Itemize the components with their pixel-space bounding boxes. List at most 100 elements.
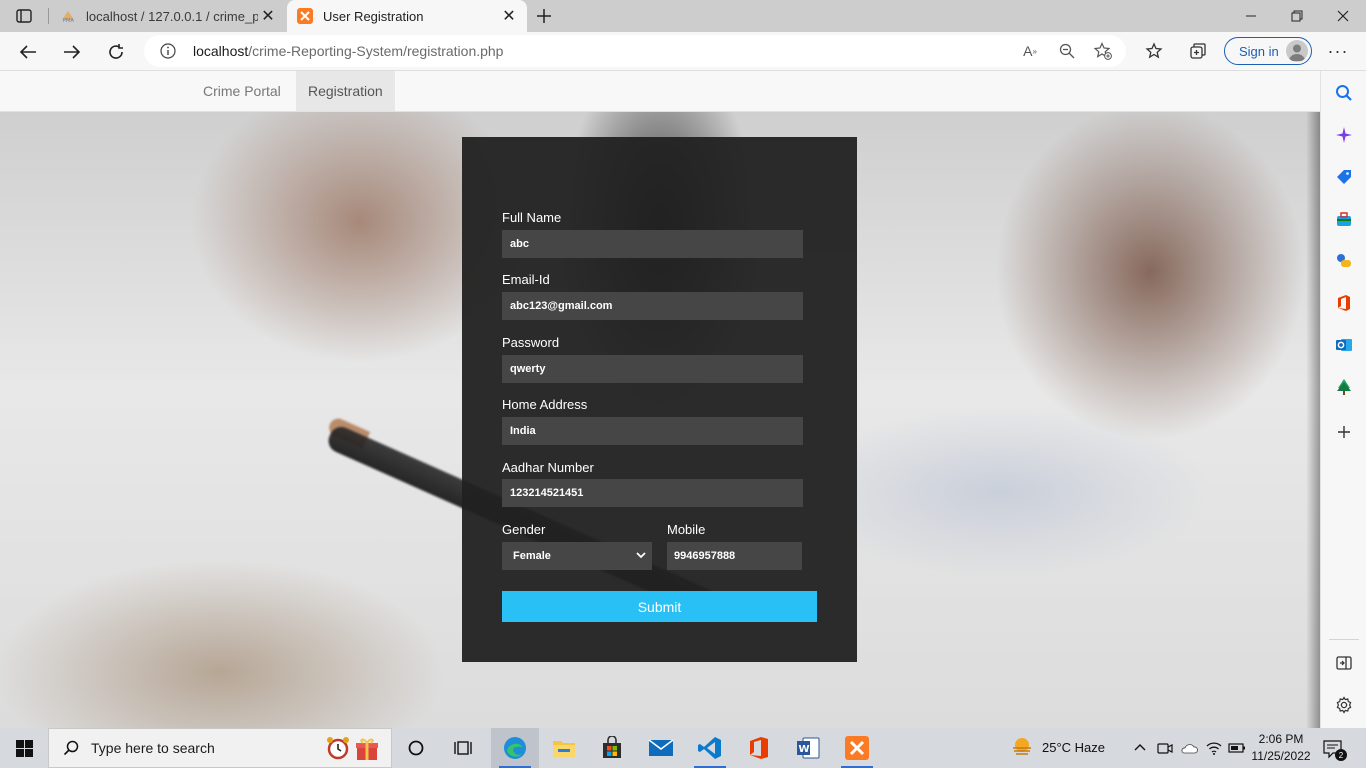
tab-title: User Registration (323, 8, 424, 24)
search-icon (63, 740, 79, 756)
forward-icon[interactable] (57, 37, 87, 67)
home-address-input[interactable]: India (502, 417, 803, 445)
notification-count-badge: 2 (1335, 749, 1347, 761)
minimize-icon[interactable] (1228, 0, 1274, 32)
mobile-label: Mobile (667, 522, 706, 537)
nav-link-registration[interactable]: Registration (296, 71, 395, 111)
meet-now-icon[interactable] (1156, 739, 1174, 757)
collections-icon[interactable] (1187, 40, 1209, 62)
home-address-label: Home Address (502, 397, 588, 412)
settings-more-icon[interactable]: ··· (1326, 40, 1350, 62)
taskbar-search-box[interactable]: Type here to search (48, 728, 392, 768)
viewport-edge-shadow (1306, 112, 1320, 728)
add-favorite-icon[interactable] (1094, 42, 1112, 60)
full-name-input[interactable]: abc (502, 230, 803, 258)
sign-in-button[interactable]: Sign in (1224, 37, 1312, 65)
submit-button[interactable]: Submit (502, 591, 817, 622)
url-host: localhost (193, 43, 249, 59)
cortana-icon[interactable] (392, 728, 440, 768)
tab-user-registration[interactable]: User Registration ✕ (287, 0, 527, 32)
windows-start-icon[interactable] (0, 728, 48, 768)
url-path: /crime-Reporting-System/registration.php (248, 43, 504, 59)
new-tab-icon[interactable] (532, 4, 556, 28)
weather-haze-icon[interactable] (1010, 735, 1034, 759)
sign-in-label: Sign in (1239, 43, 1279, 59)
office-icon[interactable] (1333, 292, 1355, 314)
close-tab-icon[interactable]: ✕ (499, 6, 519, 26)
page-viewport: Crime Portal Registration Full Name abc … (0, 71, 1320, 728)
xampp-icon (297, 8, 313, 24)
close-tab-icon[interactable]: ✕ (258, 6, 278, 26)
windows-taskbar: Type here to search W 25°C Haze 2:06 PM … (0, 728, 1366, 768)
refresh-icon[interactable] (101, 37, 131, 67)
email-label: Email-Id (502, 272, 550, 287)
gender-select[interactable]: Female (502, 542, 652, 570)
full-name-label: Full Name (502, 210, 562, 225)
tab-phpmyadmin[interactable]: PMA localhost / 127.0.0.1 / crime_port ✕ (50, 0, 286, 32)
copilot-sparkle-icon[interactable] (1333, 124, 1355, 146)
xampp-taskbar-icon[interactable] (833, 728, 881, 768)
close-window-icon[interactable] (1320, 0, 1366, 32)
shopping-tag-icon[interactable] (1333, 166, 1355, 188)
mobile-input[interactable]: 9946957888 (667, 542, 802, 570)
browser-tab-strip: PMA localhost / 127.0.0.1 / crime_port ✕… (0, 0, 1366, 32)
sidebar-settings-icon[interactable] (1333, 694, 1355, 716)
edge-sidebar (1320, 71, 1366, 728)
url-text[interactable]: localhost/crime-Reporting-System/registr… (193, 43, 503, 59)
drop-tree-icon[interactable] (1333, 376, 1355, 398)
password-label: Password (502, 335, 560, 350)
tab-separator (48, 8, 49, 24)
search-placeholder: Type here to search (91, 740, 215, 756)
add-sidebar-app-icon[interactable] (1333, 421, 1355, 443)
gender-selected-value: Female (513, 550, 551, 562)
site-navbar: Crime Portal Registration (0, 71, 1320, 112)
clock-time: 2:06 PM (1258, 732, 1304, 746)
microsoft-store-icon[interactable] (588, 728, 636, 768)
restore-icon[interactable] (1274, 0, 1320, 32)
task-view-icon[interactable] (440, 728, 488, 768)
profile-avatar-icon (1286, 40, 1308, 62)
aadhar-number-label: Aadhar Number (502, 460, 594, 475)
battery-icon[interactable] (1228, 739, 1246, 757)
phpmyadmin-icon: PMA (60, 8, 76, 24)
tab-title: localhost / 127.0.0.1 / crime_port (86, 8, 258, 24)
mail-icon[interactable] (637, 728, 685, 768)
outlook-icon[interactable] (1333, 334, 1355, 356)
svg-text:PMA: PMA (63, 18, 74, 24)
read-aloud-icon[interactable]: A» (1021, 42, 1039, 60)
address-bar[interactable]: localhost/crime-Reporting-System/registr… (144, 35, 1126, 67)
search-icon[interactable] (1333, 82, 1355, 104)
games-icon[interactable] (1333, 250, 1355, 272)
zoom-icon[interactable] (1058, 42, 1076, 60)
favorites-icon[interactable] (1143, 40, 1165, 62)
file-explorer-icon[interactable] (540, 728, 588, 768)
chevron-down-icon (634, 548, 648, 562)
office-taskbar-icon[interactable] (735, 728, 783, 768)
vscode-icon[interactable] (686, 728, 734, 768)
hero-background-image: Full Name abc Email-Id abc123@gmail.com … (0, 112, 1320, 728)
wifi-icon[interactable] (1205, 739, 1223, 757)
site-brand-link[interactable]: Crime Portal (203, 83, 281, 99)
word-icon[interactable]: W (784, 728, 832, 768)
site-info-icon[interactable] (160, 43, 176, 59)
svg-text:W: W (799, 744, 810, 755)
onedrive-cloud-icon[interactable] (1180, 739, 1198, 757)
hide-sidebar-icon[interactable] (1333, 652, 1355, 674)
password-input[interactable]: qwerty (502, 355, 803, 383)
email-input[interactable]: abc123@gmail.com (502, 292, 803, 320)
notification-center-icon[interactable]: 2 (1323, 738, 1347, 761)
tab-actions-icon[interactable] (10, 6, 38, 26)
gender-label: Gender (502, 522, 546, 537)
weather-text[interactable]: 25°C Haze (1042, 740, 1105, 755)
aadhar-number-input[interactable]: 123214521451 (502, 479, 803, 507)
sidebar-divider (1329, 639, 1359, 640)
browser-toolbar: localhost/crime-Reporting-System/registr… (0, 32, 1366, 71)
gift-icon (354, 736, 380, 767)
registration-form: Full Name abc Email-Id abc123@gmail.com … (462, 137, 857, 662)
tools-icon[interactable] (1333, 208, 1355, 230)
back-icon[interactable] (13, 37, 43, 67)
edge-taskbar-icon[interactable] (491, 728, 539, 768)
clock-date: 11/25/2022 (1251, 749, 1311, 763)
chevron-up-icon[interactable] (1131, 739, 1149, 757)
taskbar-clock[interactable]: 2:06 PM 11/25/2022 (1248, 731, 1314, 765)
